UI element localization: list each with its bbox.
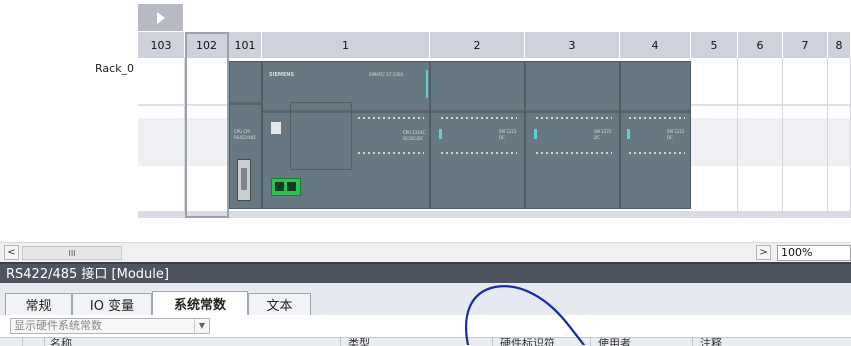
zoom-select[interactable]: 100% — [777, 245, 851, 261]
status-led-icon — [271, 122, 281, 134]
scroll-left-button[interactable]: < — [4, 245, 19, 260]
scroll-right-button[interactable]: > — [756, 245, 771, 260]
tab-system-constants[interactable]: 系统常数 — [152, 291, 248, 315]
module-title: SM 1223 — [594, 129, 612, 134]
module-cpu[interactable]: SIEMENS SIMATIC S7-1200 CPU 1214C DC/DC/… — [262, 61, 430, 209]
tab-io-tags[interactable]: IO 变量 — [72, 293, 152, 315]
horizontal-scrollbar[interactable]: < III > 100% — [0, 242, 851, 263]
module-subtitle: DC/DC/DC — [403, 136, 424, 141]
siemens-logo: SIEMENS — [269, 72, 295, 78]
rack-slot-6[interactable] — [738, 58, 783, 218]
rack-navigate-button[interactable] — [138, 4, 183, 31]
slot-header-6: 6 — [738, 32, 783, 58]
rack-slot-103[interactable] — [138, 58, 185, 218]
module-title: CPU 1214C — [403, 130, 426, 135]
slot-header-5: 5 — [691, 32, 738, 58]
module-subtitle: DC — [594, 135, 600, 140]
module-led-icon — [534, 129, 537, 139]
module-sm-3[interactable]: SM 1223 DC — [525, 61, 620, 209]
module-title: CPU CM — [234, 129, 250, 134]
properties-tabs: 常规 IO 变量 系统常数 文本 — [0, 283, 851, 315]
scroll-thumb[interactable]: III — [22, 246, 122, 260]
module-subtitle: DC — [667, 135, 673, 140]
cpu-led-strip — [426, 70, 428, 98]
module-subtitle: DC — [499, 135, 505, 140]
module-led-icon — [627, 129, 630, 139]
rack-label: Rack_0 — [95, 62, 135, 75]
slot-header-2: 2 — [430, 32, 525, 58]
properties-title: RS422/485 接口 [Module] — [0, 262, 851, 283]
slot-header-101: 101 — [229, 32, 262, 58]
rack-slot-102-selected[interactable] — [185, 32, 229, 218]
slot-header-3: 3 — [525, 32, 620, 58]
device-view-canvas[interactable]: 103 102 101 1 2 3 4 5 6 7 8 Rack_0 CPU C… — [0, 0, 851, 242]
rack-slot-8[interactable] — [828, 58, 851, 218]
db9-connector-icon — [237, 159, 251, 201]
tab-general[interactable]: 常规 — [5, 293, 72, 315]
filter-dropdown-value: 显示硬件系统常数 — [14, 319, 102, 332]
ethernet-port-icon — [271, 178, 301, 196]
cpu-door — [290, 102, 352, 170]
module-title: SM 1223 — [499, 129, 517, 134]
module-rs422-485[interactable]: CPU CM RS422/485 — [229, 61, 262, 209]
cpu-model-label: SIMATIC S7-1200 — [369, 72, 403, 77]
tab-texts[interactable]: 文本 — [248, 293, 311, 315]
filter-dropdown[interactable]: 显示硬件系统常数 ▼ — [10, 318, 210, 334]
module-subtitle: RS422/485 — [234, 135, 256, 140]
chevron-down-icon[interactable]: ▼ — [194, 319, 209, 333]
rack-slot-7[interactable] — [783, 58, 828, 218]
slot-header-4: 4 — [620, 32, 691, 58]
slot-header-8: 8 — [828, 32, 851, 58]
slot-header-7: 7 — [783, 32, 828, 58]
module-sm-2[interactable]: SM 1223 DC — [430, 61, 525, 209]
slot-header-1: 1 — [262, 32, 430, 58]
slot-header-103: 103 — [138, 32, 185, 58]
module-led-icon — [439, 129, 442, 139]
module-title: SM 1222 — [667, 129, 685, 134]
module-sm-4[interactable]: SM 1222 DC — [620, 61, 691, 209]
rack-slot-5[interactable] — [691, 58, 738, 218]
